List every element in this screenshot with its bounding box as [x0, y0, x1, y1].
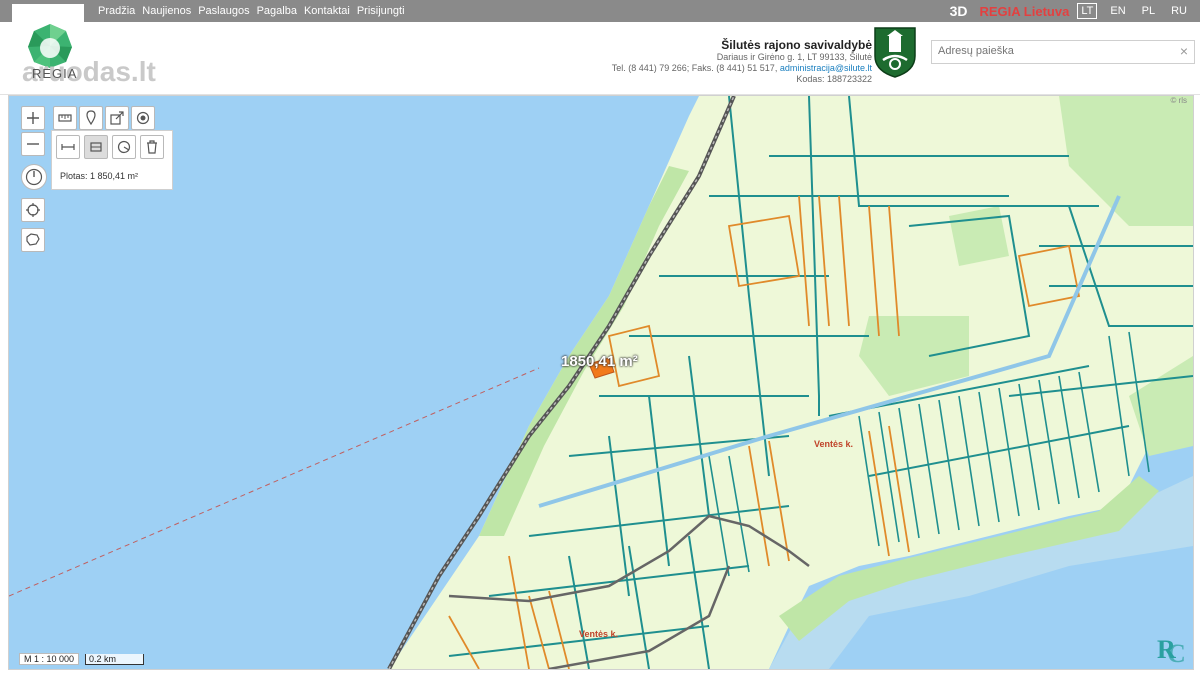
address-search: × — [931, 40, 1195, 64]
rc-logo-icon: R C — [1157, 635, 1186, 668]
scale-ratio: M 1 : 10 000 — [19, 653, 80, 665]
header: aruodas.lt REGIA Šilutės rajono savivald… — [0, 22, 1200, 95]
municipality-address: Dariaus ir Girėno g. 1, LT 99133, Šilutė — [716, 52, 872, 62]
municipality-crest-icon — [874, 27, 916, 78]
top-bar: Pradžia Naujienos Paslaugos Pagalba Kont… — [0, 0, 1200, 26]
regia-logo-text: REGIA — [32, 66, 78, 81]
radius-icon — [117, 140, 131, 154]
measure-delete-button[interactable] — [140, 135, 164, 159]
lang-lt[interactable]: LT — [1077, 3, 1098, 19]
measure-panel: Plotas: 1 850,41 m² — [51, 130, 173, 190]
area-icon — [90, 142, 102, 152]
place-label-ventes-2: Ventės k. — [579, 629, 619, 639]
regia-logo[interactable]: aruodas.lt REGIA — [20, 22, 195, 88]
lang-ru[interactable]: RU — [1168, 4, 1190, 18]
map-scale: M 1 : 10 000 0.2 km — [19, 653, 145, 665]
nav-help[interactable]: Pagalba — [257, 0, 297, 22]
municipality-phone: Tel. (8 441) 79 266; Faks. (8 441) 51 51… — [611, 63, 780, 73]
zoom-in-button[interactable] — [21, 106, 45, 130]
regia-lietuva-link[interactable]: REGIA Lietuva — [980, 4, 1070, 19]
area-result: Plotas: 1 850,41 m² — [60, 171, 139, 181]
share-button[interactable] — [105, 106, 129, 130]
measure-line — [9, 367, 540, 597]
map-attribution: © rls — [1170, 96, 1187, 105]
municipality-code: Kodas: 188723322 — [796, 74, 872, 84]
measure-area-label: 1850,41 m² — [561, 353, 638, 370]
3d-toggle[interactable]: 3D — [950, 3, 968, 19]
zoom-out-button[interactable] — [21, 132, 45, 156]
plus-icon — [27, 112, 39, 124]
map-canvas[interactable]: R C Plotas: 1 850,41 m² 1850,41 m² Ventė… — [8, 95, 1194, 670]
nav-services[interactable]: Paslaugos — [198, 0, 249, 22]
region-outline-icon — [26, 233, 40, 246]
pin-icon — [86, 110, 96, 126]
forest-patch-small — [949, 206, 1009, 266]
search-clear-icon[interactable]: × — [1180, 43, 1188, 59]
municipality-info: Šilutės rajono savivaldybė Dariaus ir Gi… — [560, 38, 872, 85]
municipality-name: Šilutės rajono savivaldybė — [721, 38, 872, 52]
compass-icon — [25, 168, 43, 186]
address-search-input[interactable] — [932, 41, 1174, 61]
scale-bar: 0.2 km — [85, 653, 145, 665]
municipality-email-link[interactable]: administracija@silute.lt — [780, 63, 872, 73]
nav-news[interactable]: Naujienos — [142, 0, 191, 22]
locate-button[interactable] — [21, 198, 45, 222]
nav-home[interactable]: Pradžia — [98, 0, 135, 22]
crosshair-icon — [26, 203, 40, 217]
place-label-ventes: Ventės k. — [814, 439, 854, 449]
measure-tool-button[interactable] — [53, 106, 77, 130]
measure-radius-button[interactable] — [112, 135, 136, 159]
main-nav: Pradžia Naujienos Paslaugos Pagalba Kont… — [98, 0, 412, 22]
top-right-links: 3D REGIA Lietuva LT EN PL RU — [950, 0, 1200, 22]
municipality-contacts: Tel. (8 441) 79 266; Faks. (8 441) 51 51… — [560, 63, 872, 74]
lang-pl[interactable]: PL — [1139, 4, 1158, 18]
marker-tool-button[interactable] — [79, 106, 103, 130]
target-tool-button[interactable] — [131, 106, 155, 130]
cadastral-map-layer: R C — [9, 96, 1193, 669]
share-icon — [110, 111, 124, 125]
distance-icon — [61, 144, 75, 150]
region-select-button[interactable] — [21, 228, 45, 252]
trash-icon — [147, 140, 157, 154]
nav-login[interactable]: Prisijungti — [357, 0, 405, 22]
svg-text:C: C — [1167, 639, 1186, 668]
measure-distance-button[interactable] — [56, 135, 80, 159]
record-icon — [136, 111, 150, 125]
lang-en[interactable]: EN — [1107, 4, 1128, 18]
nav-contacts[interactable]: Kontaktai — [304, 0, 350, 22]
compass-button[interactable] — [21, 164, 47, 190]
minus-icon — [27, 143, 39, 145]
ruler-icon — [58, 114, 72, 122]
measure-area-button[interactable] — [84, 135, 108, 159]
